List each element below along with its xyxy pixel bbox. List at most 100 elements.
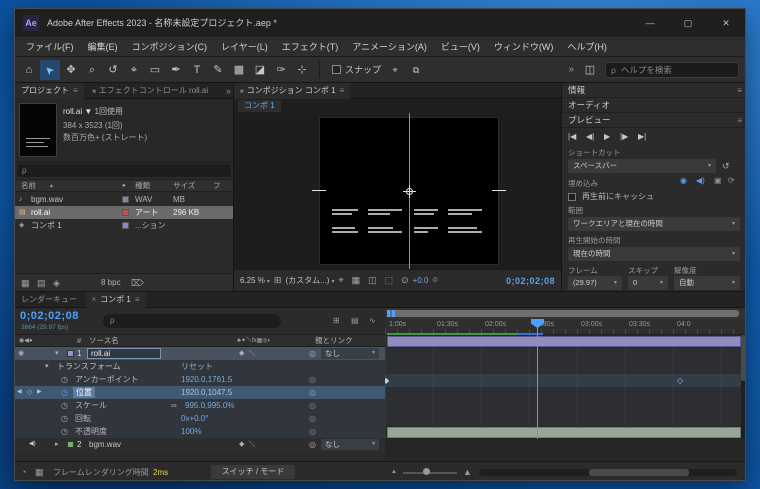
play-from-dropdown[interactable]: 現在の時間 ▾ xyxy=(568,247,740,261)
menu-file[interactable]: ファイル(F) xyxy=(19,37,81,57)
clone-stamp-tool-icon[interactable]: ▩ xyxy=(229,60,249,80)
pan-behind-tool-icon[interactable]: ⌖ xyxy=(124,60,144,80)
menu-window[interactable]: ウィンドウ(W) xyxy=(487,37,561,57)
layer-bar-roll[interactable] xyxy=(387,336,741,347)
property-value[interactable]: 1920.0,1047.5 xyxy=(181,386,232,399)
property-label[interactable]: アンカーポイント xyxy=(75,373,139,386)
expand-panes-icon[interactable]: ▦ xyxy=(35,462,44,480)
graph-editor-icon[interactable]: ∿ xyxy=(369,308,376,334)
tab-render-queue[interactable]: レンダーキュー xyxy=(15,292,83,308)
layer-name-roll[interactable]: roll.ai xyxy=(87,348,161,359)
snapshot-icon[interactable]: ⌾ xyxy=(432,275,437,286)
column-extra[interactable]: フ xyxy=(213,180,221,192)
menu-animation[interactable]: アニメーション(A) xyxy=(345,37,434,57)
viewer-tab-comp1[interactable]: コンポ 1 xyxy=(238,100,281,112)
hand-tool-icon[interactable]: ✥ xyxy=(61,60,81,80)
preview-panel-header[interactable]: プレビュー ≡ xyxy=(562,113,745,128)
range-dropdown[interactable]: ワークエリアと現在の時間 ▾ xyxy=(568,217,740,231)
workspace-icon[interactable]: ◫ xyxy=(580,60,600,80)
puppet-pin-tool-icon[interactable]: ⊹ xyxy=(292,60,312,80)
keyframe-diamond[interactable]: ◆ xyxy=(385,374,389,387)
timeline-zoom-track[interactable] xyxy=(403,472,457,474)
close-button[interactable]: ✕ xyxy=(707,9,745,37)
transform-reset-link[interactable]: リセット xyxy=(181,360,213,373)
property-label-selected[interactable]: 位置 xyxy=(73,387,95,398)
layer-handle-left[interactable] xyxy=(312,190,326,191)
column-size[interactable]: サイズ xyxy=(173,180,195,192)
cache-before-playback-checkbox[interactable] xyxy=(568,193,576,201)
type-tool-icon[interactable]: T xyxy=(187,60,207,80)
column-label-swatch-icon[interactable]: ● xyxy=(122,180,126,192)
info-panel-header[interactable]: 情報 ≡ xyxy=(562,83,745,98)
layer-switches[interactable]: ◆＼ xyxy=(239,347,259,360)
last-frame-button[interactable]: ▶| xyxy=(638,128,646,146)
project-tabs-overflow[interactable]: » xyxy=(226,83,231,99)
composition-viewer[interactable] xyxy=(234,113,561,269)
transform-group-label[interactable]: トランスフォーム xyxy=(57,360,121,373)
menu-edit[interactable]: 編集(E) xyxy=(81,37,125,57)
panel-menu-icon[interactable]: ≡ xyxy=(135,295,140,304)
project-search-input[interactable]: ρ xyxy=(17,164,231,177)
resolution-dropdown[interactable]: (カスタム...) ▾ xyxy=(285,275,334,286)
pickwhip-icon[interactable]: ◎ xyxy=(309,373,316,386)
layer-label-swatch[interactable] xyxy=(67,350,74,357)
layer-row-bgm[interactable]: ◀) ▸ 2 bgm.wav ◆＼ ◎ なし ▾ xyxy=(15,438,385,451)
transform-group-row[interactable]: ▾ トランスフォーム リセット xyxy=(15,360,385,373)
tab-effect-controls[interactable]: ■ エフェクトコントロール roll.ai xyxy=(86,83,208,99)
timeline-search-input[interactable]: ρ xyxy=(103,314,281,328)
shape-tool-icon[interactable]: ▭ xyxy=(145,60,165,80)
skip-dropdown[interactable]: 0 ▾ xyxy=(628,276,668,290)
channel-toggle-icon[interactable]: ⬚ xyxy=(385,275,394,286)
time-navigator-strip[interactable] xyxy=(385,308,745,319)
layer-handle-right[interactable] xyxy=(492,190,506,191)
column-name[interactable]: 名前 xyxy=(21,180,36,192)
label-swatch[interactable] xyxy=(122,196,129,203)
pickwhip-icon[interactable]: ◎ xyxy=(309,438,316,451)
brush-tool-icon[interactable]: ✎ xyxy=(208,60,228,80)
audio-on-icon[interactable]: ◀) xyxy=(29,438,36,451)
selection-tool-icon[interactable]: ➤ xyxy=(40,59,60,80)
new-composition-icon[interactable]: ◈ xyxy=(53,274,60,291)
trash-icon[interactable]: ⌦ xyxy=(131,274,144,291)
keyframe-next-icon[interactable]: ▶ xyxy=(37,386,42,399)
timeline-zoom-handle[interactable] xyxy=(423,468,430,475)
scrollbar-thumb[interactable] xyxy=(589,469,689,476)
grid-guides-icon[interactable]: ⊞ xyxy=(274,275,282,286)
parent-dropdown[interactable]: なし ▾ xyxy=(321,439,379,450)
snap-to-edges-icon[interactable]: ⌖ xyxy=(385,60,405,80)
draft-3d-icon[interactable]: ▤ xyxy=(351,308,359,334)
zoom-out-mountain-icon[interactable]: ▲ xyxy=(391,462,397,480)
pickwhip-icon[interactable]: ◎ xyxy=(309,412,316,425)
eraser-tool-icon[interactable]: ◪ xyxy=(250,60,270,80)
layer-bar-bgm[interactable] xyxy=(387,427,741,438)
property-value[interactable]: 995.0,995.0% xyxy=(185,399,234,412)
maximize-button[interactable]: ▢ xyxy=(669,9,707,37)
keyframe-prev-icon[interactable]: ◀ xyxy=(17,386,22,399)
snap-checkbox[interactable] xyxy=(332,65,341,74)
menu-layer[interactable]: レイヤー(L) xyxy=(214,37,275,57)
property-value[interactable]: 100% xyxy=(181,425,201,438)
parent-dropdown[interactable]: なし ▾ xyxy=(321,348,379,359)
property-row-rotation[interactable]: ◷ 回転 0x+0.0° ◎ xyxy=(15,412,385,425)
time-navigator-bar[interactable] xyxy=(387,310,739,317)
layer-row-roll[interactable]: ◉ ▾ 1 roll.ai ◆＼ ◎ なし ▾ xyxy=(15,347,385,360)
property-label[interactable]: 不透明度 xyxy=(75,425,107,438)
layer-label-swatch[interactable] xyxy=(67,441,74,448)
overlays-include-icon[interactable]: ▣ xyxy=(714,176,722,185)
next-frame-button[interactable]: |▶ xyxy=(620,128,628,146)
eye-icon[interactable]: ◉ xyxy=(18,347,24,360)
zoom-tool-icon[interactable]: ⌕ xyxy=(82,60,102,80)
panel-menu-icon[interactable]: ≡ xyxy=(340,86,345,95)
pickwhip-icon[interactable]: ◎ xyxy=(309,399,316,412)
pickwhip-icon[interactable]: ◎ xyxy=(309,386,316,399)
tab-project[interactable]: プロジェクト ≡ xyxy=(15,83,84,99)
switches-modes-button[interactable]: スイッチ / モード xyxy=(211,465,295,479)
menu-help[interactable]: ヘルプ(H) xyxy=(560,37,614,57)
project-item-comp[interactable]: ◈ コンポ 1 ...ション xyxy=(15,219,233,232)
toolbar-overflow-button[interactable]: » xyxy=(562,64,580,75)
menu-composition[interactable]: コンポジション(C) xyxy=(125,37,215,57)
stopwatch-icon[interactable]: ◷ xyxy=(61,412,68,425)
keyframe-diamond-hollow[interactable]: ◇ xyxy=(677,374,683,387)
play-button[interactable]: ▶ xyxy=(604,128,610,146)
layer-name-bgm[interactable]: bgm.wav xyxy=(89,438,121,451)
